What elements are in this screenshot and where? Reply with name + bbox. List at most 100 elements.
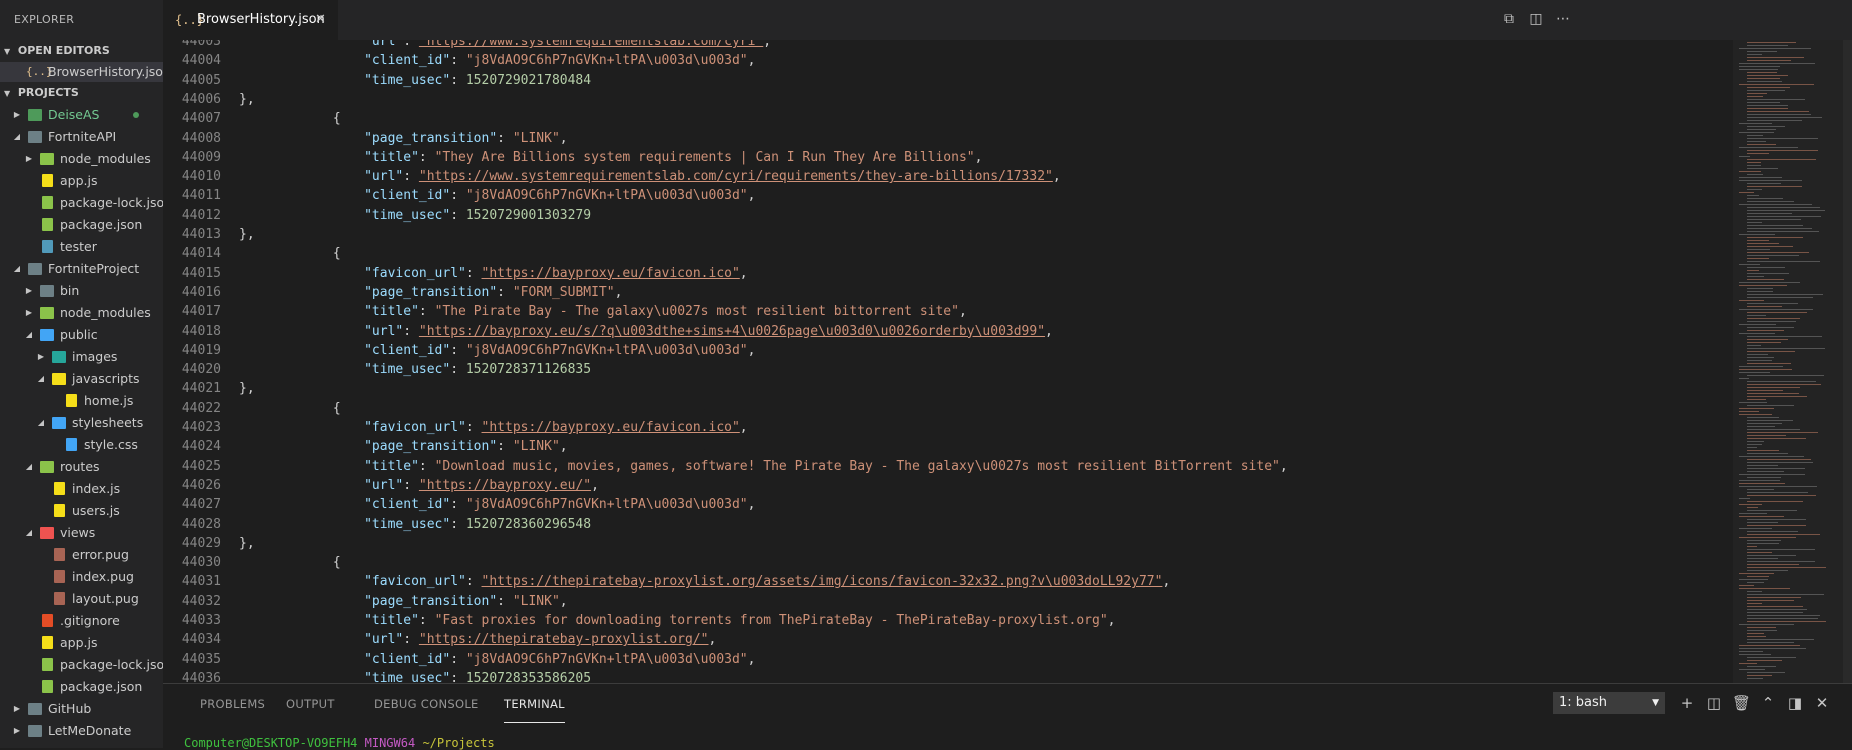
- tree-file-layout-pug[interactable]: layout.pug: [0, 588, 163, 610]
- file-icon: [42, 636, 53, 649]
- code-token[interactable]: "https://thepiratebay-proxylist.org/": [419, 632, 709, 647]
- line-number: 44009: [181, 149, 221, 165]
- line-number: 44033: [181, 613, 221, 628]
- tree-file-app-js[interactable]: app.js: [0, 632, 163, 654]
- maximize-panel-icon[interactable]: ⌃: [1759, 694, 1777, 712]
- minimap-line: [1747, 189, 1763, 190]
- tree-folder-deiseas[interactable]: ▶ DeiseAS: [0, 104, 163, 126]
- minimap-line: [1747, 501, 1803, 502]
- code-token: "url": [364, 632, 404, 648]
- tree-file--gitignore[interactable]: .gitignore: [0, 610, 163, 632]
- code-token: ,: [958, 304, 967, 320]
- open-preview-icon[interactable]: ⧉: [1500, 10, 1518, 28]
- tree-folder-fortniteproject[interactable]: ◢ FortniteProject: [0, 258, 163, 280]
- tree-file-index-js[interactable]: index.js: [0, 478, 163, 500]
- code-text: "time_usec": 1520729021780484: [364, 71, 591, 90]
- tree-folder-images[interactable]: ▶ images: [0, 346, 163, 368]
- tree-folder-views[interactable]: ◢ views: [0, 522, 163, 544]
- tree-file-home-js[interactable]: home.js: [0, 390, 163, 412]
- split-editor-icon[interactable]: ◫: [1527, 10, 1545, 28]
- line-number: 44005: [181, 72, 221, 88]
- tree-file-index-pug[interactable]: index.pug: [0, 566, 163, 588]
- minimap-line: [1747, 492, 1808, 493]
- code-editor[interactable]: 44003 "url": "https://www.systemrequireme…: [163, 40, 1733, 683]
- minimap-line: [1747, 243, 1780, 244]
- more-actions-icon[interactable]: ⋯: [1554, 10, 1572, 28]
- chevron-down-icon: ◢: [13, 132, 21, 141]
- minimap-line: [1747, 201, 1794, 202]
- minimap-line: [1739, 486, 1818, 487]
- tab-terminal[interactable]: TERMINAL: [504, 684, 565, 723]
- vertical-scrollbar[interactable]: [1843, 40, 1852, 683]
- code-text: },: [239, 90, 255, 109]
- tree-folder-routes[interactable]: ◢ routes: [0, 456, 163, 478]
- kill-terminal-icon[interactable]: 🗑: [1732, 694, 1751, 712]
- code-token[interactable]: "https://bayproxy.eu/s/?q\u003dthe+sims+…: [419, 324, 1045, 339]
- tree-folder-bin[interactable]: ▶ bin: [0, 280, 163, 302]
- split-terminal-icon[interactable]: ◫: [1705, 694, 1723, 712]
- minimap[interactable]: [1733, 40, 1843, 683]
- close-icon[interactable]: ✕: [315, 0, 326, 40]
- code-token[interactable]: "https://bayproxy.eu/favicon.ico": [482, 266, 740, 281]
- code-token: "client_id": [364, 651, 451, 667]
- minimap-line: [1739, 474, 1805, 475]
- tab-problems[interactable]: PROBLEMS: [200, 684, 265, 724]
- add-terminal-icon[interactable]: +: [1678, 694, 1696, 712]
- minimap-line: [1747, 441, 1765, 442]
- code-token[interactable]: "https://bayproxy.eu/favicon.ico": [482, 420, 740, 435]
- tree-folder-github[interactable]: ▶ GitHub: [0, 698, 163, 720]
- open-editor-item[interactable]: {..} BrowserHistory.jso...: [0, 62, 163, 82]
- code-token: 1520729001303279: [465, 207, 592, 223]
- tree-folder-public[interactable]: ◢ public: [0, 324, 163, 346]
- code-token: "j8VdAO9C6hP7nGVKn+ltPA\u003d\u003d": [465, 342, 748, 358]
- tree-file-package-json[interactable]: package.json: [0, 214, 163, 236]
- code-token: "client_id": [364, 188, 451, 204]
- code-token[interactable]: "https://bayproxy.eu/": [419, 478, 591, 493]
- tree-file-users-js[interactable]: users.js: [0, 500, 163, 522]
- code-token[interactable]: "https://thepiratebay-proxylist.org/asse…: [482, 574, 1163, 589]
- code-token[interactable]: "https://www.systemrequirementslab.com/c…: [419, 40, 763, 49]
- tab-output[interactable]: OUTPUT: [286, 684, 335, 724]
- code-token[interactable]: "https://www.systemrequirementslab.com/c…: [419, 169, 1053, 184]
- minimap-line: [1739, 648, 1807, 649]
- code-token: "title": [364, 304, 419, 320]
- tree-folder-javascripts[interactable]: ◢ javascripts: [0, 368, 163, 390]
- tree-file-tester[interactable]: tester: [0, 236, 163, 258]
- close-panel-icon[interactable]: ✕: [1813, 694, 1831, 712]
- tree-file-package-lock-jso-[interactable]: package-lock.jso...: [0, 192, 163, 214]
- open-editors-header[interactable]: ▼ OPEN EDITORS: [0, 40, 163, 62]
- tab-debug-console[interactable]: DEBUG CONSOLE: [374, 684, 479, 724]
- minimap-line: [1747, 78, 1781, 79]
- code-text: "favicon_url": "https://bayproxy.eu/favi…: [364, 418, 748, 437]
- code-text: "favicon_url": "https://bayproxy.eu/favi…: [364, 264, 748, 283]
- tree-item-label: package-lock.jso...: [60, 657, 163, 672]
- tree-folder-stylesheets[interactable]: ◢ stylesheets: [0, 412, 163, 434]
- tree-folder-node-modules[interactable]: ▶ node_modules: [0, 302, 163, 324]
- bottom-panel: PROBLEMS OUTPUT DEBUG CONSOLE TERMINAL 1…: [163, 683, 1852, 750]
- terminal-select[interactable]: 1: bash ▼: [1553, 692, 1665, 714]
- minimap-line: [1739, 66, 1781, 67]
- tree-file-style-css[interactable]: style.css: [0, 434, 163, 456]
- minimap-viewport[interactable]: [1733, 40, 1843, 683]
- tree-file-package-lock-jso-[interactable]: package-lock.jso...: [0, 654, 163, 676]
- tree-file-package-json[interactable]: package.json: [0, 676, 163, 698]
- code-token: :: [450, 53, 466, 69]
- minimap-line: [1747, 396, 1807, 397]
- tree-folder-fortniteapi[interactable]: ◢ FortniteAPI: [0, 126, 163, 148]
- toggle-panel-icon[interactable]: ◨: [1786, 694, 1804, 712]
- tree-folder-letmedonate[interactable]: ▶ LetMeDonate: [0, 720, 163, 742]
- file-icon: [54, 592, 65, 605]
- minimap-line: [1747, 240, 1769, 241]
- line-number: 44016: [181, 284, 221, 300]
- minimap-line: [1747, 510, 1797, 511]
- code-token: "title": [364, 458, 419, 474]
- tab-browserhistory-json[interactable]: {..} BrowserHistory.json ✕: [163, 0, 338, 40]
- folder-icon: [40, 527, 54, 539]
- minimap-line: [1747, 582, 1765, 583]
- tree-file-app-js[interactable]: app.js: [0, 170, 163, 192]
- code-token: {: [332, 555, 341, 571]
- tree-folder-node-modules[interactable]: ▶ node_modules: [0, 148, 163, 170]
- projects-header[interactable]: ▼ PROJECTS: [0, 82, 163, 104]
- minimap-line: [1747, 339, 1788, 340]
- tree-file-error-pug[interactable]: error.pug: [0, 544, 163, 566]
